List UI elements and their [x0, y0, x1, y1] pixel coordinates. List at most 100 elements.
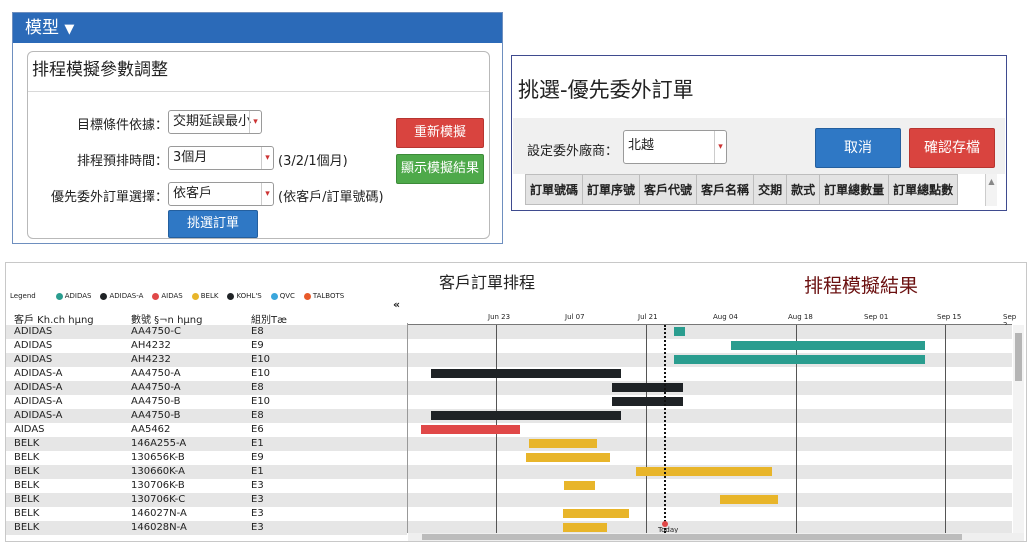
schedule-bar[interactable]: [673, 327, 685, 336]
table-row[interactable]: BELK 146A255-A E1: [6, 437, 407, 451]
table-row[interactable]: AIDAS AA5462 E6: [6, 423, 407, 437]
table-row[interactable]: ADIDAS-A AA4750-A E10: [6, 367, 407, 381]
col-total-points[interactable]: 訂單總點數: [888, 174, 959, 205]
timeline-row: [408, 437, 1012, 451]
schedule-bar[interactable]: [528, 439, 598, 448]
schedule-bar[interactable]: [673, 355, 925, 364]
schedule-bar[interactable]: [563, 523, 608, 532]
legend-dot-icon: [100, 292, 108, 300]
cancel-button[interactable]: 取消: [815, 128, 901, 168]
schedule-bar[interactable]: [525, 453, 610, 462]
row-group: E3: [251, 508, 264, 519]
legend-item[interactable]: ADIDAS-A: [100, 292, 143, 300]
outsource-toolbar: 設定委外廠商： 北越 ▾ 取消 確認存檔: [513, 118, 1005, 174]
row-order: AH4232: [131, 340, 171, 351]
col-order-seq[interactable]: 訂單序號: [582, 174, 641, 205]
legend-item[interactable]: QVC: [270, 292, 295, 300]
table-row[interactable]: ADIDAS-A AA4750-B E8: [6, 409, 407, 423]
table-row[interactable]: BELK 130706K-C E3: [6, 493, 407, 507]
horizontal-scroll-thumb[interactable]: [422, 534, 962, 540]
row-group: E9: [251, 340, 264, 351]
order-table-header: 訂單號碼 訂單序號 客戶代號 客戶名稱 交期 款式 訂單總數量 訂單總點數: [524, 174, 959, 205]
dropdown-arrow-icon[interactable]: ▾: [261, 183, 273, 205]
pick-order-button[interactable]: 挑選訂單: [168, 210, 258, 238]
table-row[interactable]: BELK 146028N-A E3: [6, 521, 407, 535]
table-row[interactable]: BELK 130706K-B E3: [6, 479, 407, 493]
legend-item[interactable]: BELK: [191, 292, 218, 300]
col-style[interactable]: 款式: [786, 174, 821, 205]
row-order: AA4750-B: [131, 410, 181, 421]
row-group: E8: [251, 326, 264, 337]
table-row[interactable]: ADIDAS AH4232 E9: [6, 339, 407, 353]
row-group: E1: [251, 438, 264, 449]
row-group: E10: [251, 396, 271, 407]
schedule-bar[interactable]: [563, 481, 596, 490]
caret-down-icon[interactable]: ▼: [64, 22, 74, 37]
schedule-bar[interactable]: [430, 411, 621, 420]
timeline-row: [408, 451, 1012, 465]
row-order: AA4750-A: [131, 368, 181, 379]
legend-item[interactable]: AIDAS: [152, 292, 183, 300]
legend-dot-icon: [227, 292, 235, 300]
schedule-bar[interactable]: [636, 467, 773, 476]
col-due-date[interactable]: 交期: [753, 174, 788, 205]
timeline-row: [408, 325, 1012, 339]
row-group: E10: [251, 354, 271, 365]
vendor-select[interactable]: 北越 ▾: [623, 130, 727, 164]
table-row[interactable]: ADIDAS-A AA4750-A E8: [6, 381, 407, 395]
schedule-bar[interactable]: [421, 425, 521, 434]
col-customer-header[interactable]: 客戶 Kh.ch hμng: [14, 311, 94, 326]
dropdown-arrow-icon[interactable]: ▾: [249, 111, 261, 133]
legend-item[interactable]: ADIDAS: [55, 292, 91, 300]
gantt-legend: Legend ADIDAS ADIDAS-A AIDAS BELK KOHL'S QVC T…: [10, 292, 353, 300]
week-gridline: [945, 325, 946, 533]
target-select[interactable]: 交期延誤最小 ▾: [168, 110, 262, 134]
row-customer: ADIDAS: [14, 326, 53, 337]
row-order: 130656K-B: [131, 452, 185, 463]
table-row[interactable]: ADIDAS-A AA4750-B E10: [6, 395, 407, 409]
col-order-no[interactable]: 訂單號碼: [524, 174, 584, 205]
schedule-bar[interactable]: [611, 397, 684, 406]
row-order: 130706K-C: [131, 494, 186, 505]
row-customer: ADIDAS-A: [14, 410, 63, 421]
schedule-bar[interactable]: [563, 509, 630, 518]
table-row[interactable]: BELK 130656K-B E9: [6, 451, 407, 465]
schedule-bar[interactable]: [719, 495, 778, 504]
legend-dot-icon: [303, 292, 311, 300]
col-total-qty[interactable]: 訂單總數量: [819, 174, 890, 205]
row-order: AA4750-B: [131, 396, 181, 407]
model-header[interactable]: 模型 ▼: [13, 13, 502, 43]
grid-splitter[interactable]: [407, 323, 408, 533]
col-customer-name[interactable]: 客戶名稱: [696, 174, 755, 205]
row-order: 130660K-A: [131, 466, 185, 477]
legend-item[interactable]: TALBOTS: [303, 292, 345, 300]
dropdown-arrow-icon[interactable]: ▾: [261, 147, 273, 169]
col-group-header[interactable]: 組別Tæ: [251, 311, 287, 326]
schedule-bar[interactable]: [430, 369, 621, 378]
table-row[interactable]: BELK 130660K-A E1: [6, 465, 407, 479]
table-row[interactable]: ADIDAS AA4750-C E8: [6, 325, 407, 339]
schedule-bar[interactable]: [611, 383, 684, 392]
collapse-panel-icon[interactable]: «: [393, 298, 400, 311]
legend-item-label: TALBOTS: [312, 292, 345, 300]
table-row[interactable]: BELK 146027N-A E3: [6, 507, 407, 521]
legend-item[interactable]: KOHL'S: [227, 292, 262, 300]
simulation-params-card: 排程模擬參數調整 目標條件依據： 交期延誤最小 ▾ 排程預排時間： 3個月 ▾ …: [27, 51, 490, 239]
row-group: E3: [251, 480, 264, 491]
resimulate-button[interactable]: 重新模擬: [396, 118, 484, 148]
vertical-scroll-thumb[interactable]: [1015, 333, 1022, 381]
schedule-bar[interactable]: [730, 341, 926, 350]
row-customer: ADIDAS: [14, 340, 53, 351]
schedule-time-select[interactable]: 3個月 ▾: [168, 146, 274, 170]
outsource-select[interactable]: 依客戶 ▾: [168, 182, 274, 206]
row-group: E8: [251, 410, 264, 421]
confirm-save-button[interactable]: 確認存檔: [909, 128, 995, 168]
col-order-header[interactable]: 數號 §¬n hμng: [131, 311, 202, 326]
scroll-up-icon[interactable]: ▲: [985, 174, 997, 206]
dropdown-arrow-icon[interactable]: ▾: [714, 131, 726, 163]
table-row[interactable]: ADIDAS AH4232 E10: [6, 353, 407, 367]
row-group: E3: [251, 494, 264, 505]
show-result-button[interactable]: 顯示模擬結果: [396, 154, 484, 184]
col-customer-code[interactable]: 客戶代號: [639, 174, 698, 205]
row-group: E9: [251, 452, 264, 463]
